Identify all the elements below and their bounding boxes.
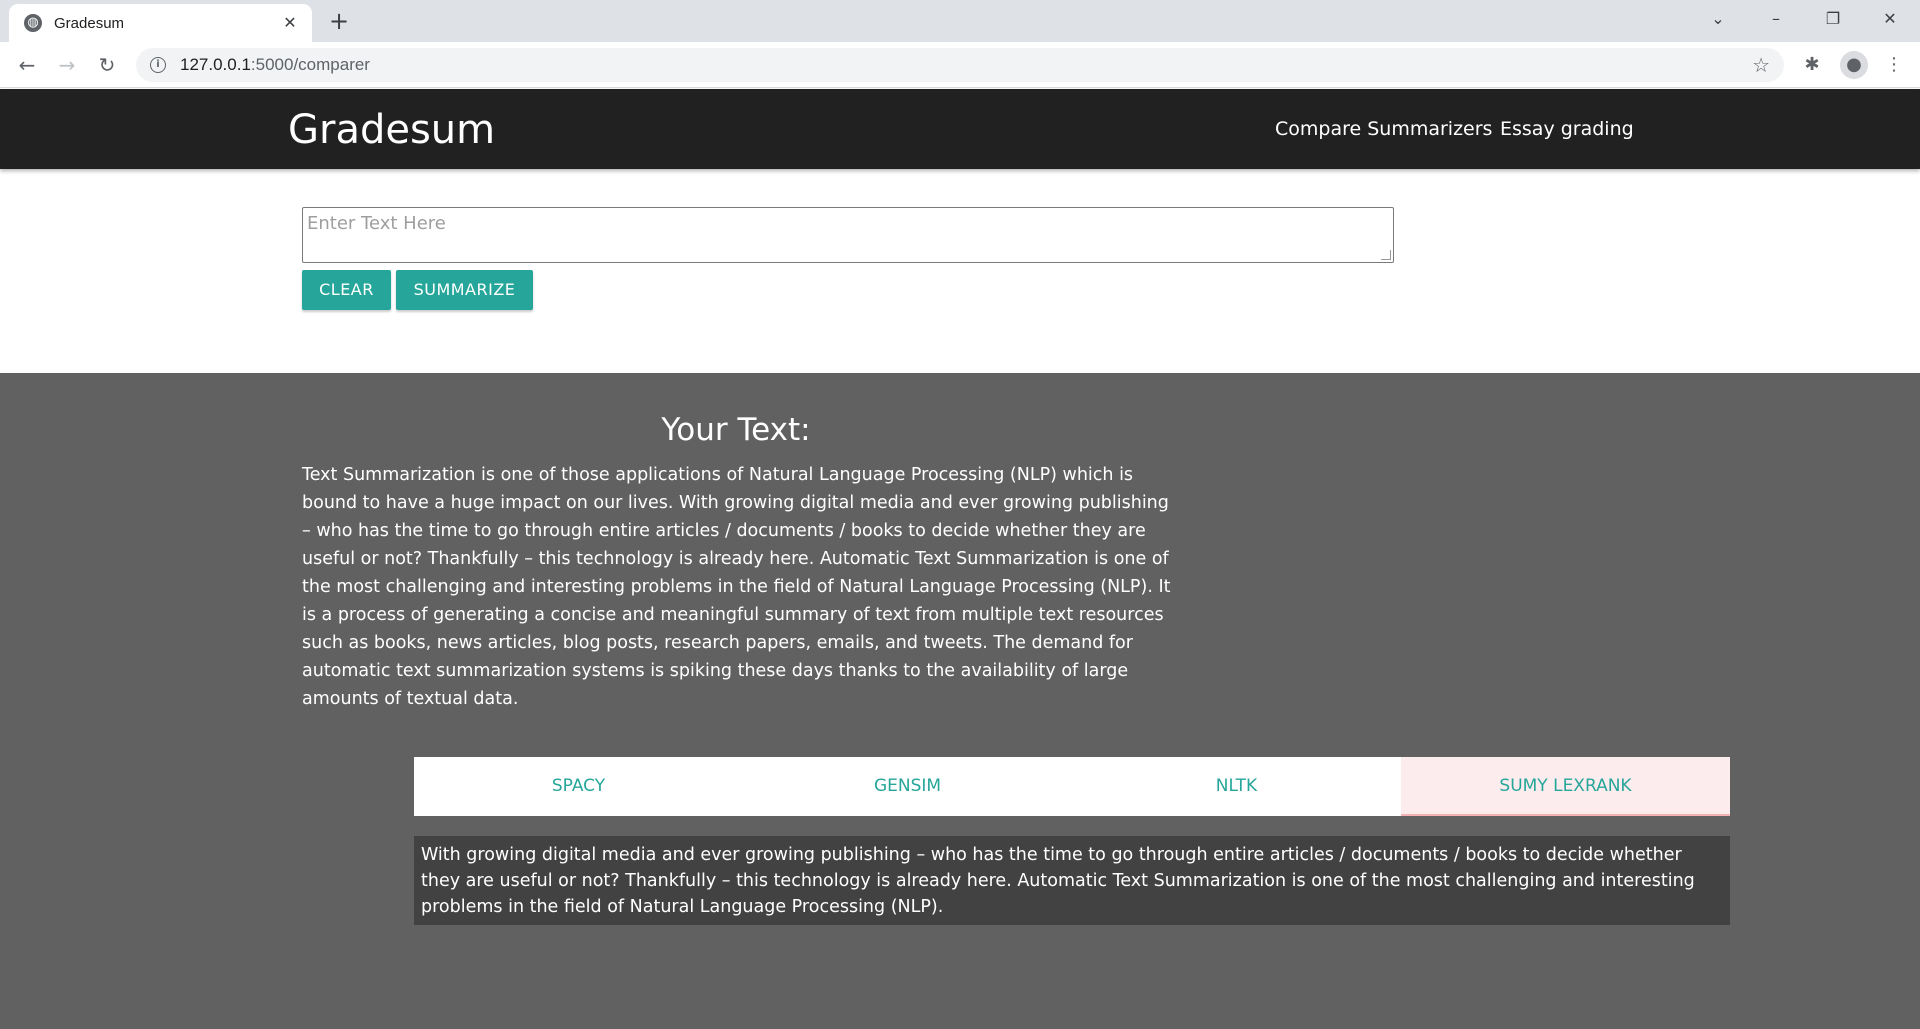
text-input[interactable]: Enter Text Here [302, 207, 1394, 263]
browser-toolbar: ← → ↻ i 127.0.0.1:5000/comparer ☆ ✱ ● ⋮ [0, 42, 1920, 88]
globe-icon: ◍ [24, 14, 42, 32]
page: Gradesum Compare Summarizers Essay gradi… [0, 89, 1920, 1029]
nav-link-essay-grading[interactable]: Essay grading [1500, 118, 1634, 140]
info-icon[interactable]: i [150, 57, 166, 73]
back-arrow-icon[interactable]: ← [12, 50, 42, 80]
summarizer-tabs: SPACY GENSIM NLTK SUMY LEXRANK [414, 757, 1730, 816]
tab-sumy-lexrank[interactable]: SUMY LEXRANK [1401, 757, 1730, 816]
address-bar[interactable]: i 127.0.0.1:5000/comparer ☆ [136, 48, 1784, 82]
close-icon[interactable]: ✕ [280, 13, 300, 33]
browser-tabstrip: ◍ Gradesum ✕ + ⌄ – ❐ ✕ [0, 0, 1920, 42]
tab-gensim[interactable]: GENSIM [743, 757, 1072, 816]
clear-button[interactable]: CLEAR [302, 270, 391, 310]
star-icon[interactable]: ☆ [1752, 53, 1770, 77]
plus-icon[interactable]: + [325, 8, 353, 36]
summarize-button[interactable]: SUMMARIZE [396, 270, 533, 310]
window-close-icon[interactable]: ✕ [1862, 0, 1918, 38]
url-path: :5000/comparer [250, 55, 370, 74]
results-section: Your Text: Text Summarization is one of … [0, 373, 1920, 1029]
brand-logo[interactable]: Gradesum [288, 107, 495, 153]
summary-output: With growing digital media and ever grow… [414, 836, 1730, 925]
site-navbar: Gradesum Compare Summarizers Essay gradi… [0, 89, 1920, 169]
nav-link-compare-summarizers[interactable]: Compare Summarizers [1275, 118, 1492, 140]
tab-spacy[interactable]: SPACY [414, 757, 743, 816]
tab-title: Gradesum [54, 14, 125, 32]
puzzle-icon[interactable]: ✱ [1798, 51, 1826, 79]
minimize-icon[interactable]: – [1748, 0, 1804, 38]
restore-icon[interactable]: ❐ [1805, 0, 1861, 38]
url-host: 127.0.0.1 [180, 55, 251, 74]
your-text-body: Text Summarization is one of those appli… [302, 465, 1171, 709]
forward-arrow-icon[interactable]: → [52, 50, 82, 80]
kebab-menu-icon[interactable]: ⋮ [1880, 51, 1908, 79]
tab-nltk[interactable]: NLTK [1072, 757, 1401, 816]
profile-icon[interactable]: ● [1840, 51, 1868, 79]
chevron-down-icon[interactable]: ⌄ [1690, 0, 1746, 38]
resize-handle[interactable] [1381, 250, 1391, 260]
reload-icon[interactable]: ↻ [92, 50, 122, 80]
browser-tab[interactable]: ◍ Gradesum ✕ [9, 4, 312, 42]
your-text-heading: Your Text: [661, 412, 811, 448]
text-input-placeholder: Enter Text Here [307, 213, 446, 234]
